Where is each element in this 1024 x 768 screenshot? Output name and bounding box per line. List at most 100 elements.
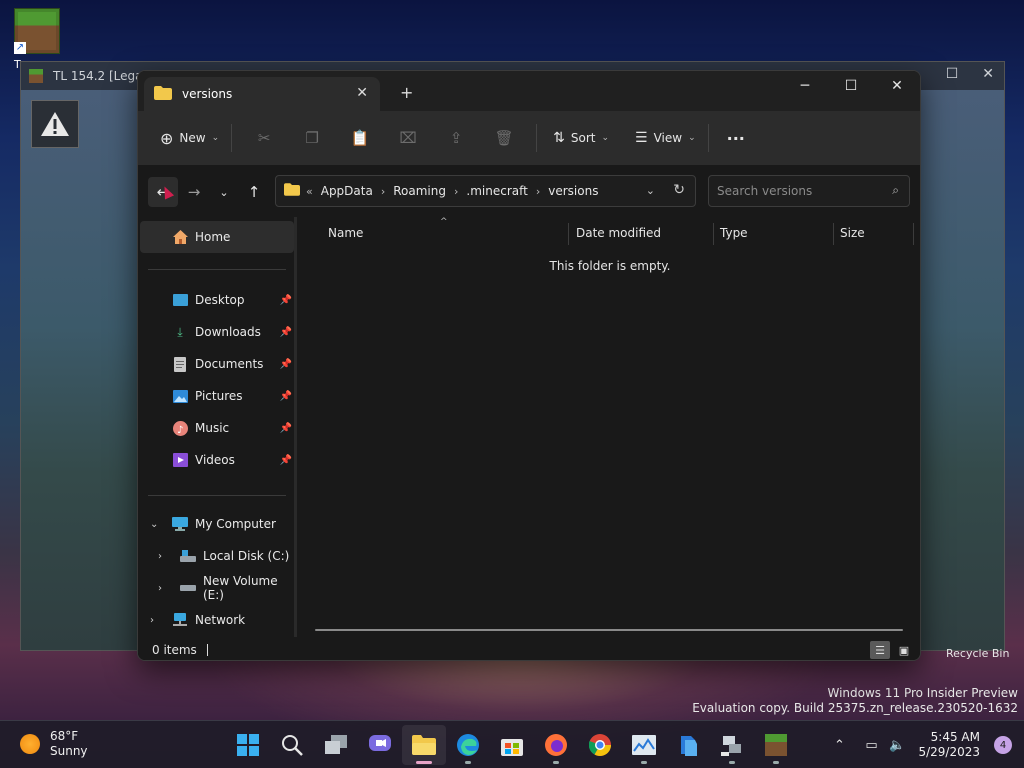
- recent-locations-button[interactable]: ⌄: [209, 177, 239, 207]
- tiles-view-icon[interactable]: ▣: [894, 641, 914, 659]
- new-tab-icon[interactable]: +: [400, 83, 413, 102]
- breadcrumb-overflow[interactable]: «: [306, 185, 313, 198]
- microsoft-store-button[interactable]: [490, 725, 534, 765]
- taskbar-search-button[interactable]: [270, 725, 314, 765]
- tab-close-icon[interactable]: ✕: [356, 85, 368, 101]
- forward-button[interactable]: →: [179, 177, 209, 207]
- desktop-shortcut-minecraft[interactable]: ↗ T: [14, 8, 62, 71]
- sidebar-scrollbar[interactable]: [294, 217, 297, 637]
- file-explorer-taskbar-button[interactable]: [402, 725, 446, 765]
- column-header-size[interactable]: Size: [840, 217, 910, 249]
- pin-icon[interactable]: 📌: [280, 327, 292, 338]
- file-list[interactable]: ^ Name Date modified Type Size This fold…: [298, 217, 920, 637]
- bg-maximize-icon[interactable]: ☐: [946, 66, 959, 82]
- horizontal-scrollbar[interactable]: [315, 629, 903, 631]
- sidebar-item-desktop[interactable]: Desktop 📌: [140, 284, 294, 316]
- refresh-icon[interactable]: ↻: [673, 182, 685, 198]
- column-divider[interactable]: [713, 223, 714, 245]
- network-status-icon[interactable]: ▭: [858, 738, 884, 753]
- column-header-name[interactable]: Name: [328, 217, 564, 249]
- chevron-down-icon: ⌄: [211, 133, 220, 143]
- share-icon[interactable]: ⇪: [432, 122, 480, 154]
- pin-icon[interactable]: 📌: [280, 295, 292, 306]
- pin-icon[interactable]: 📌: [280, 455, 292, 466]
- rename-icon[interactable]: ⌧: [384, 122, 432, 154]
- address-bar[interactable]: « AppData › Roaming › .minecraft › versi…: [275, 175, 696, 207]
- breadcrumb-roaming[interactable]: Roaming: [393, 184, 446, 198]
- paste-icon[interactable]: 📋: [336, 122, 384, 154]
- task-view-button[interactable]: [314, 725, 358, 765]
- sidebar-item-documents[interactable]: Documents 📌: [140, 348, 294, 380]
- warning-icon[interactable]: [31, 100, 79, 148]
- new-button[interactable]: ⊕ New ⌄: [156, 122, 223, 154]
- breadcrumb-minecraft[interactable]: .minecraft: [466, 184, 527, 198]
- chevron-right-icon[interactable]: ›: [454, 185, 458, 198]
- sidebar-item-home[interactable]: Home: [140, 221, 294, 253]
- view-button[interactable]: ☰ View ⌄: [631, 122, 700, 154]
- details-view-icon[interactable]: ☰: [870, 641, 890, 659]
- recycle-bin-label[interactable]: Recycle Bin: [946, 647, 1009, 660]
- bg-close-icon[interactable]: ✕: [982, 66, 994, 82]
- address-history-icon[interactable]: ⌄: [646, 184, 655, 197]
- network-tool-button[interactable]: [710, 725, 754, 765]
- sort-label: Sort: [570, 131, 596, 145]
- chrome-button[interactable]: [578, 725, 622, 765]
- search-icon[interactable]: ⌕: [892, 183, 899, 198]
- titlebar[interactable]: versions ✕ + ─ ☐ ✕: [138, 71, 920, 111]
- sort-button[interactable]: ⇅ Sort ⌄: [549, 122, 613, 154]
- volume-icon[interactable]: 🔈: [884, 738, 910, 753]
- copy-icon[interactable]: ❐: [288, 122, 336, 154]
- notification-badge[interactable]: 4: [994, 736, 1012, 754]
- pin-icon[interactable]: 📌: [280, 423, 292, 434]
- weather-widget[interactable]: 68°F Sunny: [20, 729, 88, 759]
- cut-icon[interactable]: ✂: [240, 122, 288, 154]
- chevron-right-icon[interactable]: ›: [158, 551, 162, 562]
- sidebar-item-downloads[interactable]: ⤓ Downloads 📌: [140, 316, 294, 348]
- sidebar-item-pictures[interactable]: Pictures 📌: [140, 380, 294, 412]
- up-button[interactable]: ↑: [239, 177, 269, 207]
- more-options-button[interactable]: ···: [723, 122, 749, 154]
- chevron-up-icon[interactable]: ⌃: [826, 738, 852, 753]
- firefox-button[interactable]: [534, 725, 578, 765]
- view-label: View: [653, 131, 683, 145]
- delete-icon[interactable]: 🗑: [480, 122, 528, 154]
- column-divider[interactable]: [833, 223, 834, 245]
- chevron-right-icon[interactable]: ›: [536, 185, 540, 198]
- search-box[interactable]: ⌕: [708, 175, 910, 207]
- sidebar-item-local-disk-c[interactable]: › Local Disk (C:): [140, 540, 294, 572]
- sidebar-item-my-computer[interactable]: ⌄ My Computer: [140, 508, 294, 540]
- sidebar-home-label: Home: [195, 230, 231, 244]
- hyper-v-button[interactable]: [666, 725, 710, 765]
- column-divider[interactable]: [568, 223, 569, 245]
- breadcrumb-versions[interactable]: versions: [548, 184, 598, 198]
- column-header-type[interactable]: Type: [720, 217, 830, 249]
- chevron-down-icon[interactable]: ⌄: [150, 519, 158, 530]
- column-divider[interactable]: [913, 223, 914, 245]
- file-explorer-window[interactable]: versions ✕ + ─ ☐ ✕ ⊕ New ⌄ ✂ ❐ 📋 ⌧ ⇪ 🗑 ⇅…: [137, 70, 921, 661]
- windows-watermark: Windows 11 Pro Insider Preview Evaluatio…: [692, 686, 1018, 716]
- clock[interactable]: 5:45 AM 5/29/2023: [918, 730, 980, 760]
- minimize-button[interactable]: ─: [782, 71, 828, 101]
- chevron-right-icon[interactable]: ›: [150, 615, 154, 626]
- chevron-right-icon[interactable]: ›: [158, 583, 162, 594]
- home-icon: [172, 229, 188, 245]
- maximize-button[interactable]: ☐: [828, 71, 874, 101]
- start-button[interactable]: [226, 725, 270, 765]
- sidebar-item-videos[interactable]: Videos 📌: [140, 444, 294, 476]
- edge-button[interactable]: [446, 725, 490, 765]
- sidebar-item-music[interactable]: ♪ Music 📌: [140, 412, 294, 444]
- tab-versions[interactable]: versions ✕: [144, 77, 380, 111]
- task-manager-button[interactable]: [622, 725, 666, 765]
- pin-icon[interactable]: 📌: [280, 359, 292, 370]
- search-input[interactable]: [709, 176, 869, 206]
- pin-icon[interactable]: 📌: [280, 391, 292, 402]
- sidebar-label: Network: [195, 613, 246, 627]
- teams-chat-button[interactable]: [358, 725, 402, 765]
- close-button[interactable]: ✕: [874, 71, 920, 101]
- column-header-date-modified[interactable]: Date modified: [576, 217, 712, 249]
- minecraft-launcher-button[interactable]: [754, 725, 798, 765]
- sidebar-item-new-volume-e[interactable]: › New Volume (E:): [140, 572, 294, 604]
- sidebar-item-network[interactable]: › Network: [140, 604, 294, 636]
- chevron-right-icon[interactable]: ›: [381, 185, 385, 198]
- breadcrumb-appdata[interactable]: AppData: [321, 184, 373, 198]
